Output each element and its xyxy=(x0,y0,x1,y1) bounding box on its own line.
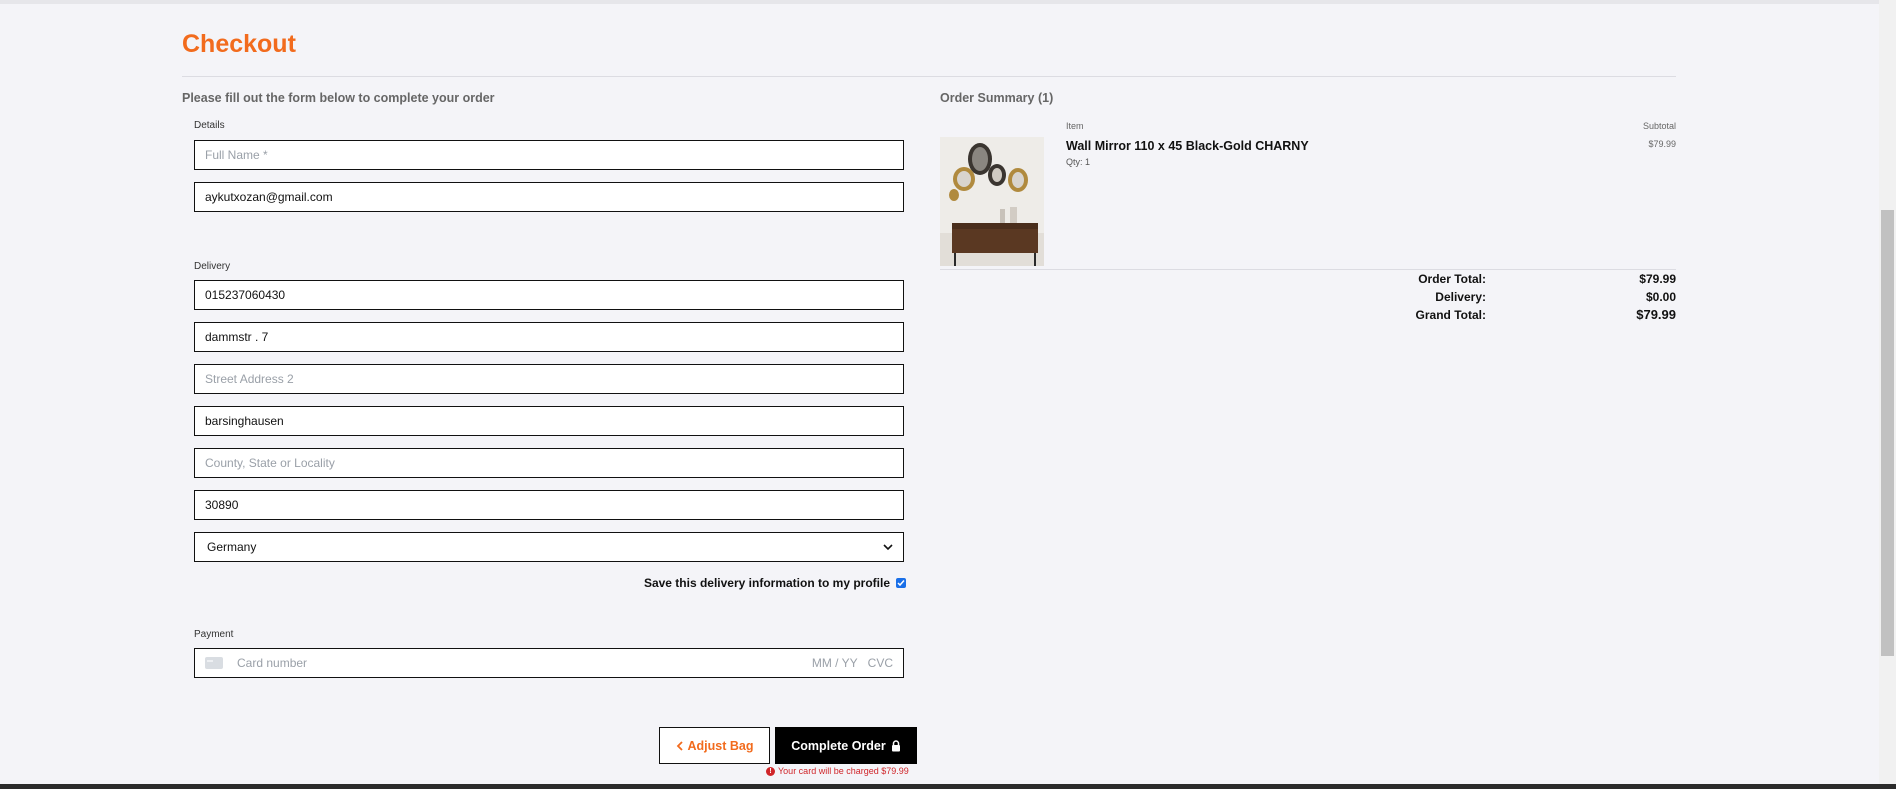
details-section-label: Details xyxy=(194,120,225,131)
street-address-field[interactable] xyxy=(194,322,904,352)
summary-divider xyxy=(940,269,1676,270)
order-total-label: Order Total: xyxy=(1418,272,1486,286)
country-select-value: Germany xyxy=(207,540,257,554)
delivery-section-label: Delivery xyxy=(194,261,231,272)
product-qty: Qty: 1 xyxy=(1066,157,1091,167)
form-intro: Please fill out the form below to comple… xyxy=(182,91,495,105)
county-field[interactable] xyxy=(194,448,904,478)
subtotal-column-header: Subtotal xyxy=(1642,121,1676,131)
chevron-down-icon xyxy=(883,544,893,551)
phone-input[interactable] xyxy=(205,288,893,302)
payment-section-label: Payment xyxy=(194,629,234,640)
card-number-placeholder: Card number xyxy=(237,656,308,670)
city-field[interactable] xyxy=(194,406,904,436)
adjust-bag-button[interactable]: Adjust Bag xyxy=(659,727,770,764)
page-title: Checkout xyxy=(182,30,296,58)
country-select[interactable]: Germany xyxy=(194,532,904,562)
lock-icon xyxy=(891,739,900,751)
grand-total-label: Grand Total: xyxy=(1415,308,1486,322)
credit-card-icon xyxy=(205,657,223,669)
phone-field[interactable] xyxy=(194,280,904,310)
charge-notice: ! Your card will be charged $79.99 xyxy=(766,766,909,776)
full-name-field[interactable] xyxy=(194,140,904,170)
grand-total-value: $79.99 xyxy=(1636,307,1676,322)
email-field[interactable] xyxy=(194,182,904,212)
product-name: Wall Mirror 110 x 45 Black-Gold CHARNY xyxy=(1066,139,1309,153)
save-delivery-checkbox[interactable] xyxy=(896,578,906,588)
complete-order-label: Complete Order xyxy=(791,738,886,753)
card-input-field[interactable]: Card number MM / YY CVC xyxy=(194,648,904,678)
adjust-bag-label: Adjust Bag xyxy=(687,738,754,753)
save-delivery-label: Save this delivery information to my pro… xyxy=(643,576,890,590)
item-column-header: Item xyxy=(1066,121,1084,131)
complete-order-button[interactable]: Complete Order xyxy=(775,727,917,764)
chevron-left-icon xyxy=(676,740,683,751)
page-scrollbar[interactable] xyxy=(1879,0,1896,784)
title-divider xyxy=(182,76,1676,77)
postcode-field[interactable] xyxy=(194,490,904,520)
wall-mirror-photo xyxy=(940,137,1044,266)
save-delivery-row[interactable]: Save this delivery information to my pro… xyxy=(644,576,906,590)
product-subtotal: $79.99 xyxy=(1648,139,1676,149)
card-cvc-placeholder: CVC xyxy=(867,656,893,670)
street-address-2-input[interactable] xyxy=(205,372,893,386)
delivery-cost-label: Delivery: xyxy=(1435,290,1486,304)
order-summary-title: Order Summary (1) xyxy=(940,91,1054,105)
product-image xyxy=(940,137,1044,266)
top-border xyxy=(0,0,1896,4)
email-input[interactable] xyxy=(205,190,893,204)
scrollbar-thumb[interactable] xyxy=(1881,210,1894,656)
full-name-input[interactable] xyxy=(205,148,893,162)
county-input[interactable] xyxy=(205,456,893,470)
card-expiry-placeholder: MM / YY xyxy=(811,656,858,670)
street-address-input[interactable] xyxy=(205,330,893,344)
street-address-2-field[interactable] xyxy=(194,364,904,394)
order-total-value: $79.99 xyxy=(1639,272,1676,286)
postcode-input[interactable] xyxy=(205,498,893,512)
charge-notice-text: Your card will be charged $79.99 xyxy=(778,766,909,776)
check-icon xyxy=(897,580,905,587)
alert-icon: ! xyxy=(766,766,775,776)
city-input[interactable] xyxy=(205,414,893,428)
delivery-cost-value: $0.00 xyxy=(1645,290,1676,304)
bottom-bar xyxy=(0,784,1896,789)
